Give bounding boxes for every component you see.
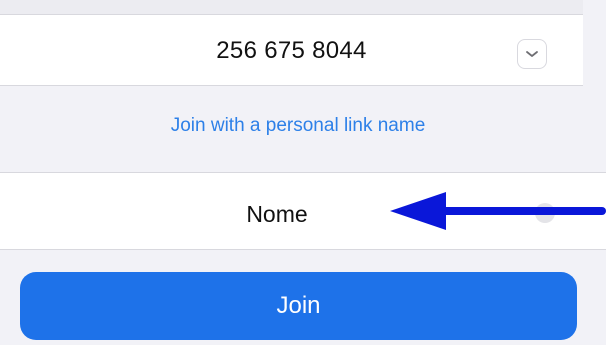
meeting-id-dropdown-button[interactable] <box>517 39 547 69</box>
arrow-left-icon <box>390 192 606 230</box>
meeting-id-field[interactable]: 256 675 8044 <box>0 37 583 65</box>
top-strip <box>0 0 583 14</box>
join-button[interactable]: Join <box>20 272 577 340</box>
join-with-personal-link-link[interactable]: Join with a personal link name <box>0 115 596 137</box>
personal-link-row: Join with a personal link name <box>0 86 606 166</box>
chevron-down-icon <box>526 51 538 57</box>
meeting-id-row[interactable]: 256 675 8044 <box>0 14 583 86</box>
